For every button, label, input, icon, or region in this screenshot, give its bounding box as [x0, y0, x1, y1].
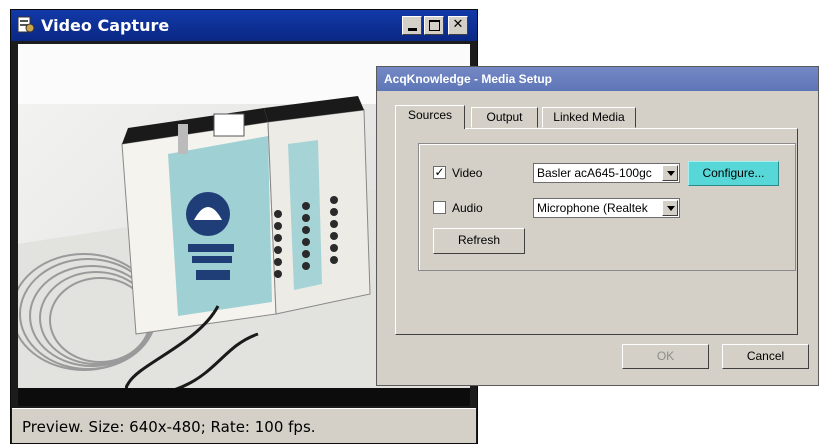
audio-checkbox-label: Audio — [452, 201, 483, 215]
minimize-icon — [407, 28, 417, 31]
audio-device-select[interactable]: Microphone (Realtek — [533, 198, 680, 218]
close-button[interactable]: ✕ — [448, 16, 468, 35]
preview-status-text: Preview. Size: 640x-480; Rate: 100 fps. — [22, 418, 316, 436]
ok-button[interactable]: OK — [622, 344, 709, 369]
video-checkbox[interactable]: ✓ — [433, 166, 446, 179]
camera-frame-bottom-band — [18, 388, 470, 406]
media-setup-title: AcqKnowledge - Media Setup — [384, 72, 553, 86]
video-capture-titlebar[interactable]: Video Capture ✕ — [11, 10, 477, 41]
tab-linked-media[interactable]: Linked Media — [542, 107, 636, 128]
video-capture-title: Video Capture — [41, 16, 170, 35]
refresh-button[interactable]: Refresh — [433, 228, 525, 254]
maximize-icon — [428, 20, 440, 31]
cancel-button[interactable]: Cancel — [722, 344, 809, 369]
chevron-down-icon[interactable] — [662, 200, 678, 216]
maximize-button[interactable] — [424, 16, 444, 35]
tab-sources[interactable]: Sources — [395, 105, 465, 129]
video-device-value: Basler acA645-100gc — [537, 166, 652, 180]
configure-button[interactable]: Configure... — [688, 161, 779, 186]
tab-output[interactable]: Output — [471, 107, 538, 128]
video-capture-app-icon — [17, 16, 35, 33]
audio-checkbox[interactable] — [433, 201, 446, 214]
minimize-button[interactable] — [402, 16, 422, 35]
video-checkbox-label: Video — [452, 166, 483, 180]
close-icon: ✕ — [452, 17, 464, 32]
chevron-down-icon[interactable] — [662, 165, 678, 181]
media-setup-dialog: AcqKnowledge - Media Setup Sources Outpu… — [376, 66, 819, 386]
video-device-select[interactable]: Basler acA645-100gc — [533, 163, 680, 183]
video-capture-statusbar: Preview. Size: 640x-480; Rate: 100 fps. — [12, 408, 476, 443]
media-setup-titlebar[interactable]: AcqKnowledge - Media Setup — [377, 67, 818, 91]
checkmark-icon: ✓ — [434, 165, 445, 179]
audio-device-value: Microphone (Realtek — [537, 201, 648, 215]
